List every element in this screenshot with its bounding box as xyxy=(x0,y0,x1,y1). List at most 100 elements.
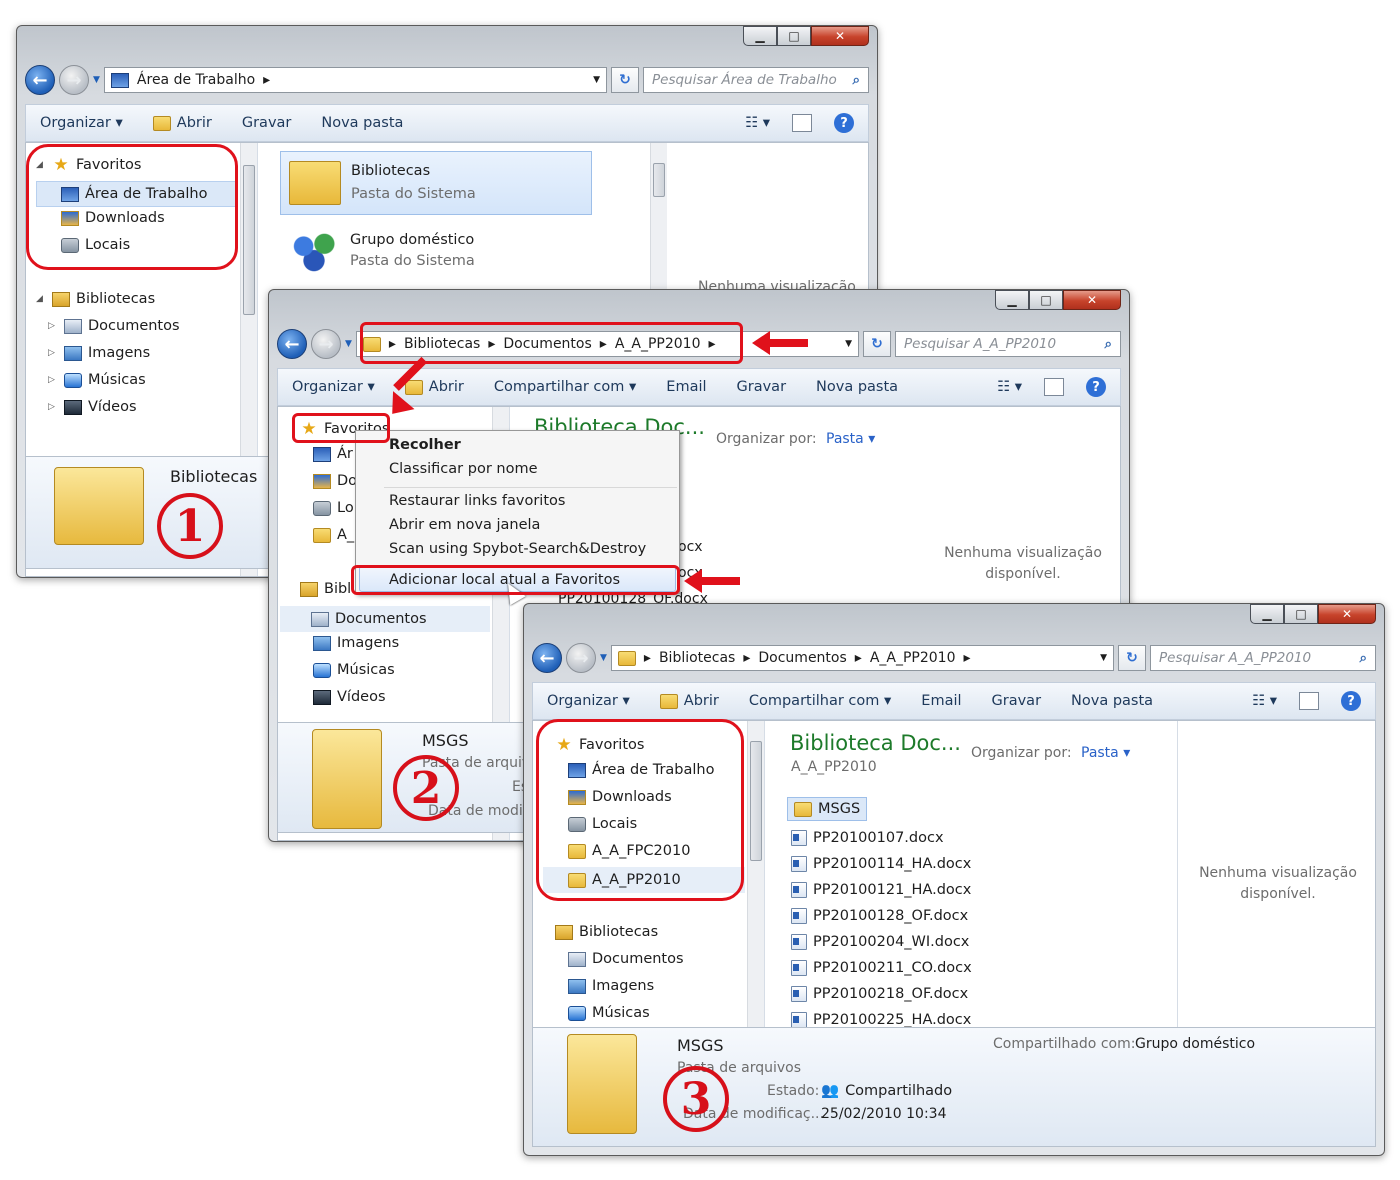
preview-pane-icon[interactable] xyxy=(1299,692,1319,710)
nav-favorites[interactable]: ★ Favoritos xyxy=(555,735,644,755)
nav-item-desktop[interactable]: Área de Trabalho xyxy=(36,181,238,207)
content-item-libraries[interactable]: Bibliotecas Pasta do Sistema xyxy=(280,151,592,215)
new-folder-button[interactable]: Nova pasta xyxy=(1071,693,1153,709)
maximize-button[interactable]: □ xyxy=(1284,604,1318,624)
help-icon[interactable]: ? xyxy=(1341,691,1361,711)
new-folder-button[interactable]: Nova pasta xyxy=(816,379,898,395)
arrange-by-dropdown[interactable]: Pasta ▾ xyxy=(1081,745,1130,761)
refresh-icon[interactable]: ↻ xyxy=(611,67,639,93)
nav-item-folder[interactable]: A_ xyxy=(313,527,354,543)
nav-item-downloads[interactable]: Downloads xyxy=(568,789,672,805)
expand-icon[interactable]: ◢ xyxy=(36,160,46,170)
nav-item-downloads[interactable]: Downloads xyxy=(61,210,165,226)
refresh-icon[interactable]: ↻ xyxy=(1118,645,1146,671)
scrollbar-thumb[interactable] xyxy=(653,163,665,197)
organize-button[interactable]: Organizar ▾ xyxy=(40,115,123,131)
help-icon[interactable]: ? xyxy=(834,113,854,133)
chevron-right-icon[interactable]: ▸ xyxy=(743,650,750,666)
share-button[interactable]: Compartilhar com ▾ xyxy=(749,693,891,709)
open-button[interactable]: Abrir xyxy=(659,693,719,709)
nav-item-music[interactable]: Músicas xyxy=(313,662,395,678)
nav-item-desktop[interactable]: Ár xyxy=(313,446,353,462)
address-segment[interactable]: Documentos xyxy=(503,336,591,352)
back-button[interactable]: ← xyxy=(277,329,307,359)
preview-pane-icon[interactable] xyxy=(792,114,812,132)
nav-libraries[interactable]: Bibliotecas xyxy=(555,924,658,940)
content-item-homegroup[interactable]: Grupo doméstico Pasta do Sistema xyxy=(280,227,475,275)
close-button[interactable]: ✕ xyxy=(1063,290,1121,310)
expand-icon[interactable]: ▷ xyxy=(48,402,58,412)
minimize-button[interactable]: ▁ xyxy=(995,290,1029,310)
chevron-right-icon[interactable]: ▸ xyxy=(644,650,651,666)
expand-icon[interactable]: ▷ xyxy=(48,375,58,385)
search-icon[interactable]: ⌕ xyxy=(1104,336,1112,352)
nav-item-places[interactable]: Lo xyxy=(313,500,354,516)
address-segment[interactable]: Área de Trabalho xyxy=(137,72,255,88)
scrollbar-thumb[interactable] xyxy=(750,741,762,861)
search-icon[interactable]: ⌕ xyxy=(852,72,860,88)
expand-icon[interactable]: ◢ xyxy=(36,294,46,304)
chevron-right-icon[interactable]: ▸ xyxy=(389,336,396,352)
view-options-icon[interactable]: ☷ ▾ xyxy=(997,379,1022,395)
nav-libraries[interactable]: Bibl xyxy=(300,581,351,597)
chevron-right-icon[interactable]: ▸ xyxy=(263,72,270,88)
search-icon[interactable]: ⌕ xyxy=(1359,650,1367,666)
nav-item-images[interactable]: Imagens xyxy=(313,635,399,651)
nav-item-places[interactable]: Locais xyxy=(568,816,637,832)
search-input[interactable]: Pesquisar Área de Trabalho ⌕ xyxy=(643,67,869,93)
nav-item-documents[interactable]: Documentos xyxy=(280,606,490,632)
address-bar[interactable]: ▸ Bibliotecas ▸ Documentos ▸ A_A_PP2010 ▸ ▼ xyxy=(610,645,1114,671)
address-segment[interactable]: A_A_PP2010 xyxy=(870,650,956,666)
file-item[interactable]: PP20100204_WI.docx xyxy=(791,929,972,955)
nav-item-videos[interactable]: Vídeos xyxy=(313,689,386,705)
email-button[interactable]: Email xyxy=(666,379,706,395)
menu-item-open-new-window[interactable]: Abrir em nova janela xyxy=(389,517,540,533)
nav-item-images[interactable]: ▷ Imagens xyxy=(48,345,150,361)
nav-item-music[interactable]: ▷ Músicas xyxy=(48,372,146,388)
arrange-by-dropdown[interactable]: Pasta ▾ xyxy=(826,431,875,447)
nav-item-documents[interactable]: ▷ Documentos xyxy=(48,318,180,334)
forward-button[interactable]: → xyxy=(311,329,341,359)
nav-item-images[interactable]: Imagens xyxy=(568,978,654,994)
organize-button[interactable]: Organizar ▾ xyxy=(292,379,375,395)
chevron-right-icon[interactable]: ▸ xyxy=(963,650,970,666)
new-folder-button[interactable]: Nova pasta xyxy=(321,115,403,131)
email-button[interactable]: Email xyxy=(921,693,961,709)
nav-item-desktop[interactable]: Área de Trabalho xyxy=(568,762,714,778)
burn-button[interactable]: Gravar xyxy=(992,693,1042,709)
nav-item-pp2010[interactable]: A_A_PP2010 xyxy=(543,867,745,893)
close-button[interactable]: ✕ xyxy=(1318,604,1376,624)
file-item[interactable]: PP20100218_OF.docx xyxy=(791,981,972,1007)
address-segment[interactable]: Bibliotecas xyxy=(404,336,480,352)
nav-libraries[interactable]: ◢ Bibliotecas xyxy=(36,291,155,307)
preview-pane-icon[interactable] xyxy=(1044,378,1064,396)
nav-favorites[interactable]: ◢ ★ Favoritos xyxy=(36,155,141,175)
refresh-icon[interactable]: ↻ xyxy=(863,331,891,357)
view-options-icon[interactable]: ☷ ▾ xyxy=(745,115,770,131)
recent-pages-icon[interactable]: ▼ xyxy=(600,653,607,663)
forward-button[interactable]: → xyxy=(566,643,596,673)
forward-button[interactable]: → xyxy=(59,65,89,95)
share-button[interactable]: Compartilhar com ▾ xyxy=(494,379,636,395)
expand-icon[interactable]: ▷ xyxy=(48,321,58,331)
search-input[interactable]: Pesquisar A_A_PP2010 ⌕ xyxy=(895,331,1121,357)
menu-item-restore-favorites[interactable]: Restaurar links favoritos xyxy=(389,493,565,509)
nav-item-videos[interactable]: ▷ Vídeos xyxy=(48,399,137,415)
burn-button[interactable]: Gravar xyxy=(242,115,292,131)
maximize-button[interactable]: □ xyxy=(777,26,811,46)
menu-item-collapse[interactable]: Recolher xyxy=(389,437,461,453)
recent-pages-icon[interactable]: ▼ xyxy=(93,75,100,85)
nav-item-documents[interactable]: Documentos xyxy=(568,951,684,967)
address-bar[interactable]: Área de Trabalho ▸ ▼ xyxy=(103,67,607,93)
open-button[interactable]: Abrir xyxy=(404,379,464,395)
recent-pages-icon[interactable]: ▼ xyxy=(345,339,352,349)
menu-item-sort-by-name[interactable]: Classificar por nome xyxy=(389,461,538,477)
file-partial[interactable]: ocx xyxy=(678,539,703,555)
folder-item-msgs[interactable]: MSGS xyxy=(787,797,868,821)
address-segment[interactable]: Bibliotecas xyxy=(659,650,735,666)
search-input[interactable]: Pesquisar A_A_PP2010 ⌕ xyxy=(1150,645,1376,671)
help-icon[interactable]: ? xyxy=(1086,377,1106,397)
close-button[interactable]: ✕ xyxy=(811,26,869,46)
chevron-down-icon[interactable]: ▼ xyxy=(1100,653,1107,663)
nav-item-music[interactable]: Músicas xyxy=(568,1005,650,1021)
